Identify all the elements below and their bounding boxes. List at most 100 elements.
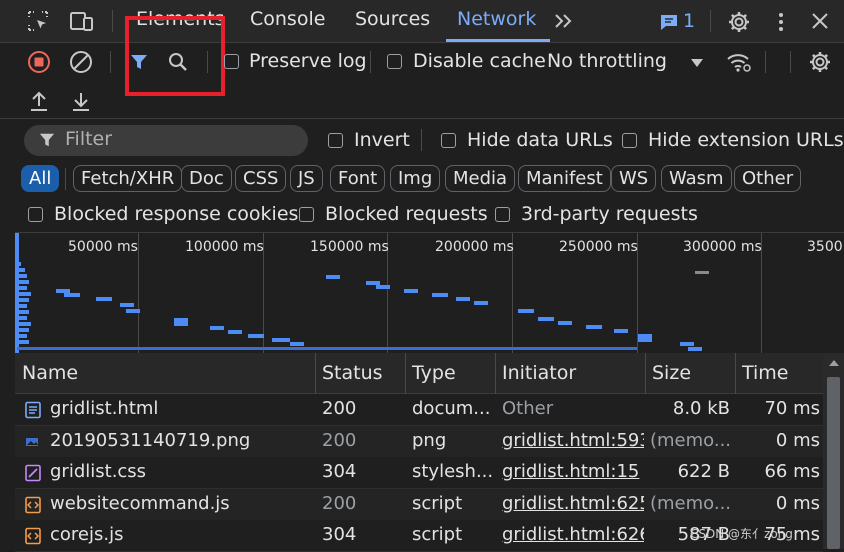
scrollbar-thumb[interactable] — [827, 377, 840, 549]
more-tabs-chevron-icon[interactable] — [552, 10, 576, 32]
divider — [110, 51, 111, 73]
dropdown-arrow-icon[interactable] — [688, 56, 706, 70]
waterfall-bar — [17, 298, 29, 302]
column-header-name[interactable]: Name — [22, 353, 78, 393]
waterfall-bar — [638, 338, 652, 342]
hide-data-urls-checkbox[interactable] — [441, 133, 456, 148]
type-filter-font[interactable]: Font — [330, 165, 386, 192]
close-icon[interactable] — [808, 9, 832, 33]
tab-network[interactable]: Network — [457, 8, 536, 30]
request-status: 200 — [322, 492, 357, 514]
type-filter-img[interactable]: Img — [390, 165, 441, 192]
network-conditions-icon[interactable] — [725, 49, 753, 75]
grid-line — [138, 233, 139, 353]
type-filter-all[interactable]: All — [21, 165, 60, 192]
blocked-requests-checkbox[interactable] — [299, 207, 314, 222]
waterfall-bar — [17, 334, 27, 338]
type-filter-other[interactable]: Other — [734, 165, 802, 192]
column-header-status[interactable]: Status — [322, 353, 383, 393]
settings-gear-icon[interactable] — [726, 9, 752, 35]
stylesheet-icon — [23, 463, 43, 483]
preserve-log-checkbox[interactable] — [224, 54, 239, 69]
waterfall-bar — [120, 303, 134, 307]
issues-icon[interactable] — [658, 12, 680, 32]
request-name: corejs.js — [50, 524, 124, 545]
column-header-size[interactable]: Size — [652, 353, 691, 393]
request-initiator: Other — [502, 398, 554, 419]
throttling-select[interactable]: No throttling — [547, 50, 667, 72]
type-filter-media[interactable]: Media — [445, 165, 516, 192]
document-icon — [23, 400, 43, 420]
waterfall-bar — [404, 289, 418, 293]
request-status: 200 — [322, 398, 357, 419]
hide-data-urls-label[interactable]: Hide data URLs — [467, 129, 613, 151]
issues-count[interactable]: 1 — [683, 10, 695, 32]
waterfall-bar — [126, 309, 140, 313]
request-initiator[interactable]: gridlist.html:626 — [502, 524, 644, 545]
tab-sources[interactable]: Sources — [355, 8, 430, 30]
request-initiator[interactable]: gridlist.html:15 — [502, 461, 644, 482]
disable-cache-checkbox[interactable] — [387, 54, 402, 69]
export-har-icon[interactable] — [68, 88, 94, 114]
waterfall-bar — [96, 297, 112, 301]
column-header-type[interactable]: Type — [412, 353, 456, 393]
type-filter-fetch-xhr[interactable]: Fetch/XHR — [73, 165, 183, 192]
type-filter-wasm[interactable]: Wasm — [661, 165, 732, 192]
waterfall-bar — [272, 338, 290, 342]
disable-cache-label[interactable]: Disable cache — [413, 50, 546, 72]
filter-placeholder: Filter — [65, 128, 113, 150]
invert-label[interactable]: Invert — [354, 129, 410, 151]
hide-extension-urls-checkbox[interactable] — [622, 133, 637, 148]
waterfall-bar — [326, 275, 340, 279]
blocked-cookies-checkbox[interactable] — [28, 207, 43, 222]
request-type: stylesh... — [412, 461, 494, 482]
waterfall-bar — [614, 329, 628, 333]
request-time: 0 ms — [775, 492, 820, 514]
request-type: docum... — [412, 398, 491, 419]
device-toolbar-icon[interactable] — [68, 9, 96, 33]
tab-console[interactable]: Console — [250, 8, 325, 30]
more-options-icon[interactable] — [770, 9, 792, 35]
scroll-up-arrow-icon[interactable] — [827, 357, 841, 369]
type-filter-ws[interactable]: WS — [611, 165, 657, 192]
request-size: 8.0 kB — [672, 398, 730, 419]
record-stop-icon[interactable] — [26, 49, 52, 75]
timeline-tick: 3500 — [807, 239, 843, 255]
blocked-cookies-label[interactable]: Blocked response cookies — [54, 203, 298, 225]
request-name: gridlist.html — [50, 398, 159, 419]
type-filter-manifest[interactable]: Manifest — [518, 165, 611, 192]
waterfall-bar — [17, 340, 29, 344]
request-type: png — [412, 429, 447, 451]
toolbar-divider — [0, 118, 844, 119]
waterfall-bar — [17, 328, 29, 332]
type-filter-js[interactable]: JS — [290, 165, 323, 192]
inspect-element-icon[interactable] — [26, 9, 50, 33]
column-header-time[interactable]: Time — [742, 353, 789, 393]
column-header-initiator[interactable]: Initiator — [502, 353, 576, 393]
request-initiator[interactable]: gridlist.html:625 — [502, 493, 644, 514]
blocked-requests-label[interactable]: Blocked requests — [325, 203, 488, 225]
clear-icon[interactable] — [68, 49, 94, 75]
divider — [421, 129, 422, 151]
hide-extension-urls-label[interactable]: Hide extension URLs — [648, 129, 844, 151]
waterfall-bar — [538, 317, 554, 321]
script-icon — [23, 526, 43, 546]
divider — [65, 168, 66, 190]
vertical-scrollbar[interactable] — [823, 353, 844, 549]
waterfall-bar — [474, 301, 488, 305]
filter-input[interactable]: Filter — [24, 125, 308, 156]
type-filter-doc[interactable]: Doc — [181, 165, 232, 192]
request-time: 66 ms — [764, 461, 820, 482]
import-har-icon[interactable] — [26, 88, 52, 114]
request-initiator[interactable]: gridlist.html:593 — [502, 430, 644, 451]
third-party-checkbox[interactable] — [495, 207, 510, 222]
invert-checkbox[interactable] — [328, 133, 343, 148]
network-settings-gear-icon[interactable] — [807, 49, 833, 75]
divider — [790, 51, 791, 73]
preserve-log-label[interactable]: Preserve log — [249, 50, 367, 72]
waterfall-bar — [228, 330, 242, 334]
third-party-label[interactable]: 3rd-party requests — [521, 203, 698, 225]
timeline-tick: 100000 ms — [185, 239, 264, 255]
request-size: 622 B — [677, 461, 730, 482]
type-filter-css[interactable]: CSS — [235, 165, 287, 192]
